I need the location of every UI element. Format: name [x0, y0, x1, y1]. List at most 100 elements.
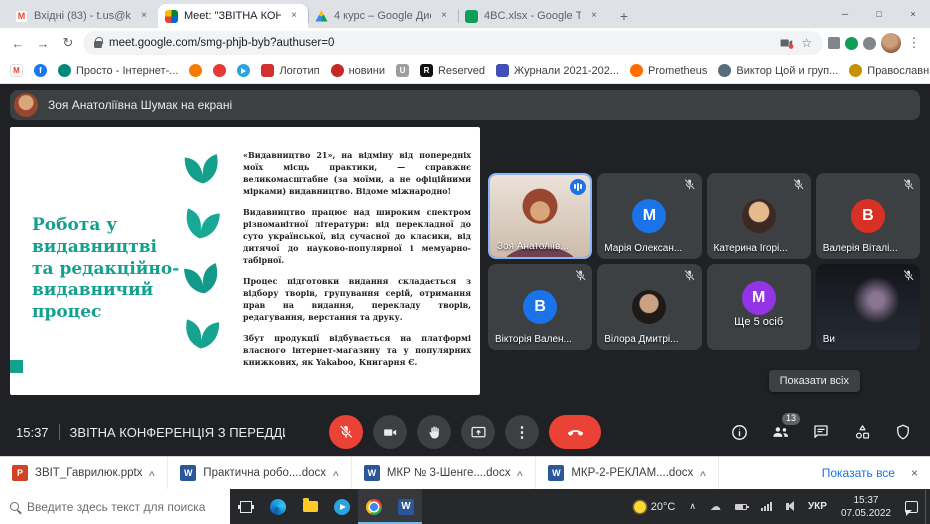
participant-tile-you[interactable]: Ви [816, 264, 920, 350]
participant-name: Катерина Ігорі... [714, 243, 788, 254]
hidden-icons-chevron[interactable]: ∧ [682, 489, 703, 524]
bookmark-ukrnet-icon[interactable]: U [396, 64, 409, 77]
bookmark-zhurnaly[interactable]: Журнали 2021-202... [496, 64, 619, 77]
telegram-taskbar-button[interactable] [326, 489, 358, 524]
action-center-button[interactable] [898, 489, 925, 524]
participants-button[interactable]: 13 [769, 421, 791, 443]
download-menu-caret-icon[interactable]: ∧ [148, 469, 157, 478]
chat-button[interactable] [810, 421, 832, 443]
battery-icon[interactable] [728, 489, 754, 524]
bookmark-red-icon[interactable] [213, 64, 226, 77]
refresh-icon[interactable]: ↻ [58, 35, 78, 51]
taskbar-search[interactable] [0, 489, 230, 524]
bookmark-logotip[interactable]: Логотип [261, 64, 319, 77]
more-options-button[interactable]: ⋮ [505, 415, 539, 449]
language-indicator[interactable]: УКР [801, 489, 834, 524]
extension-icon[interactable] [845, 37, 858, 50]
bookmark-label: Виктор Цой и груп... [736, 65, 838, 77]
extension-icon[interactable] [863, 37, 876, 50]
tab-close-icon[interactable]: × [137, 9, 151, 23]
tab-close-icon[interactable]: × [587, 9, 601, 23]
profile-avatar[interactable] [881, 33, 901, 53]
host-controls-button[interactable] [892, 421, 914, 443]
participant-tile-vilora[interactable]: Вілора Дмитрі... [597, 264, 701, 350]
participant-tile-overflow[interactable]: M Ще 5 осіб [707, 264, 811, 350]
tab-meet[interactable]: Meet: "ЗВІТНА КОНФЕРЕНЦІ × [158, 4, 308, 28]
maximize-button[interactable]: □ [862, 0, 896, 28]
network-icon[interactable] [754, 489, 779, 524]
tab-drive[interactable]: 4 курс – Google Диск × [308, 4, 458, 28]
tab-close-icon[interactable]: × [437, 9, 451, 23]
tab-inbox[interactable]: M Вхідні (83) - t.us@kubg.edu.ua × [8, 4, 158, 28]
extensions-puzzle-icon[interactable] [828, 37, 840, 49]
mic-mute-button[interactable] [329, 415, 363, 449]
camera-button[interactable] [373, 415, 407, 449]
tab-sheets[interactable]: 4BC.xlsx - Google Таблиці × [458, 4, 608, 28]
bookmark-pravoslavnye[interactable]: Православные зна... [849, 64, 930, 77]
task-view-icon [240, 501, 252, 513]
participant-tile-maria[interactable]: M Марія Олексан... [597, 173, 701, 259]
show-desktop-button[interactable] [925, 489, 930, 524]
back-icon[interactable]: ← [8, 36, 28, 51]
file-explorer-button[interactable] [294, 489, 326, 524]
forward-icon[interactable]: → [33, 36, 53, 51]
bookmark-gmail-icon[interactable]: M [10, 64, 23, 77]
meeting-info: 15:37 ЗВІТНА КОНФЕРЕНЦІЯ З ПЕРЕДДИПЛОМ..… [16, 424, 316, 440]
temperature-text: 20°C [651, 501, 676, 513]
downloads-bar-close-icon[interactable]: × [911, 466, 918, 480]
participant-tile-viktoriia[interactable]: B Вікторія Вален... [488, 264, 592, 350]
show-everyone-tooltip: Показати всіх [769, 370, 860, 392]
bookmark-tsoy[interactable]: Виктор Цой и груп... [718, 64, 838, 77]
tab-close-icon[interactable]: × [287, 9, 301, 23]
lock-icon[interactable] [94, 41, 102, 48]
search-input[interactable] [27, 500, 220, 514]
browser-menu-icon[interactable]: ⋮ [906, 35, 922, 51]
bookmark-telegram-icon[interactable] [237, 64, 250, 77]
bookmark-prosto[interactable]: Просто - Інтернет-... [58, 64, 178, 77]
download-menu-caret-icon[interactable]: ∧ [516, 469, 525, 478]
minimize-button[interactable]: ─ [828, 0, 862, 28]
participant-tile-zoya[interactable]: Зоя Анатоліїв... [488, 173, 592, 259]
raise-hand-button[interactable] [417, 415, 451, 449]
action-center-icon [905, 501, 918, 513]
site-icon [261, 64, 274, 77]
bookmark-novyny[interactable]: новини [331, 64, 385, 77]
url-text[interactable]: meet.google.com/smg-phjb-byb?authuser=0 [109, 37, 773, 49]
meeting-details-button[interactable] [728, 421, 750, 443]
site-icon [496, 64, 509, 77]
camera-in-use-icon[interactable] [780, 37, 794, 49]
clock-time: 15:37 [853, 494, 878, 507]
weather-widget[interactable]: 20°C [627, 489, 683, 524]
participant-tile-kateryna[interactable]: Катерина Ігорі... [707, 173, 811, 259]
task-view-button[interactable] [230, 489, 262, 524]
bookmark-reserved[interactable]: RReserved [420, 64, 485, 77]
download-item[interactable]: P ЗВІТ_Гаврилюк.pptx ∧ [0, 457, 168, 489]
bookmark-facebook-icon[interactable]: f [34, 64, 47, 77]
chrome-taskbar-button[interactable] [358, 489, 390, 524]
window-close-button[interactable]: × [896, 0, 930, 28]
site-icon [630, 64, 643, 77]
bookmark-orange-icon[interactable] [189, 64, 202, 77]
onedrive-cloud-icon[interactable]: ☁ [703, 489, 728, 524]
download-item[interactable]: W МКР № 3-Шенге....docx ∧ [352, 457, 536, 489]
volume-icon[interactable] [779, 489, 801, 524]
show-all-downloads-link[interactable]: Показать все [822, 466, 895, 480]
facebook-icon: f [34, 64, 47, 77]
download-menu-caret-icon[interactable]: ∧ [699, 469, 708, 478]
slide-body: «Видавництво 21», на відміну від поперед… [243, 149, 471, 377]
new-tab-button[interactable]: + [612, 4, 636, 28]
download-item[interactable]: W МКР-2-РЕКЛАМ....docx ∧ [536, 457, 719, 489]
edge-taskbar-button[interactable] [262, 489, 294, 524]
taskbar-clock[interactable]: 15:37 07.05.2022 [834, 489, 898, 524]
present-screen-button[interactable] [461, 415, 495, 449]
address-bar[interactable]: meet.google.com/smg-phjb-byb?authuser=0 … [83, 31, 823, 55]
bookmark-prometheus[interactable]: Prometheus [630, 64, 707, 77]
presentation-tile[interactable]: Робота у видавництві та редакційно-видав… [10, 127, 480, 395]
download-menu-caret-icon[interactable]: ∧ [332, 469, 341, 478]
end-call-button[interactable] [549, 415, 601, 449]
participant-tile-valeriia[interactable]: B Валерія Віталі... [816, 173, 920, 259]
bookmark-star-icon[interactable]: ☆ [801, 36, 812, 50]
download-item[interactable]: W Практична робо....docx ∧ [168, 457, 352, 489]
activities-button[interactable] [851, 421, 873, 443]
word-taskbar-button[interactable]: W [390, 489, 422, 524]
